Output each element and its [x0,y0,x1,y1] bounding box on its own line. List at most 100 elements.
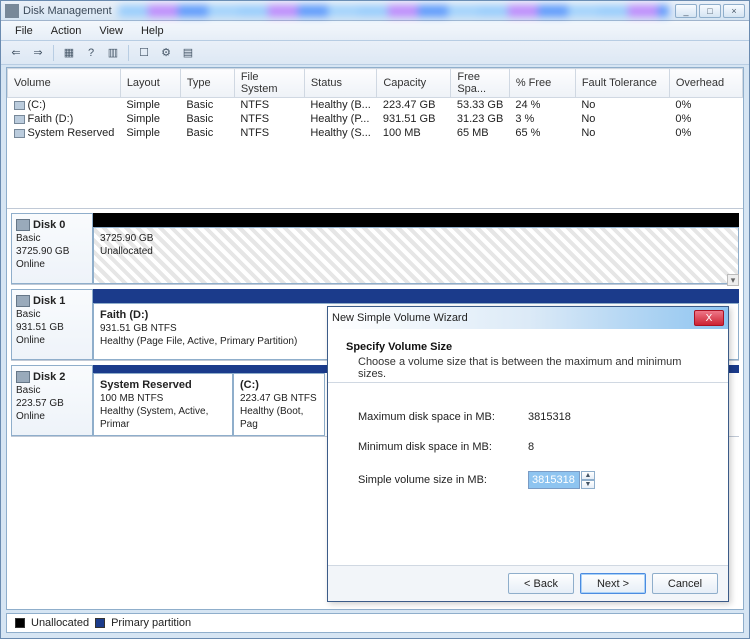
table-row[interactable]: Faith (D:) Simple Basic NTFS Healthy (P.… [8,112,743,126]
part-size: 223.47 GB NTFS [240,393,317,404]
part-status: Healthy (Boot, Pag [240,406,303,430]
cancel-button[interactable]: Cancel [652,573,718,594]
col-overhead[interactable]: Overhead [669,69,742,98]
back-icon[interactable]: ⇐ [7,44,25,62]
disk-row-0[interactable]: Disk 0 Basic 3725.90 GB Online 3725.90 G… [11,213,739,285]
volume-table[interactable]: Volume Layout Type File System Status Ca… [7,68,743,140]
col-fs[interactable]: File System [234,69,304,98]
cell: Basic [180,126,234,140]
col-capacity[interactable]: Capacity [377,69,451,98]
stripe-primary [93,289,739,303]
cell: No [575,112,669,126]
menu-view[interactable]: View [91,23,131,39]
max-space-label: Maximum disk space in MB: [358,411,528,423]
properties-icon[interactable]: ☐ [135,44,153,62]
cell: 24 % [509,98,575,113]
part-name: (C:) [240,379,259,391]
partition-system-reserved[interactable]: System Reserved 100 MB NTFS Healthy (Sys… [93,373,233,436]
cell: 31.23 GB [451,112,509,126]
spinner-up-icon[interactable]: ▲ [581,471,595,480]
wizard-header: Specify Volume Size Choose a volume size… [328,329,728,383]
volume-icon [14,101,25,110]
legend: Unallocated Primary partition [6,613,744,633]
disk-size: 223.57 GB [16,398,64,409]
maximize-button[interactable]: □ [699,4,721,18]
disk-state: Online [16,259,45,270]
col-free[interactable]: Free Spa... [451,69,509,98]
part-label: Unallocated [100,246,153,257]
disk-state: Online [16,411,45,422]
separator [53,45,54,61]
cell: 0% [669,126,742,140]
table-row[interactable]: System Reserved Simple Basic NTFS Health… [8,126,743,140]
cell: Simple [120,112,180,126]
cell: 65 MB [451,126,509,140]
disk-header: Disk 2 Basic 223.57 GB Online [11,365,93,436]
part-size: 3725.90 GB [100,233,153,244]
cell: 0% [669,98,742,113]
separator [128,45,129,61]
min-space-value: 8 [528,441,534,453]
disk-type: Basic [16,233,40,244]
swatch-unallocated [15,618,25,628]
scroll-down-icon[interactable]: ▾ [727,274,739,286]
col-type[interactable]: Type [180,69,234,98]
wizard-close-button[interactable]: X [694,310,724,326]
wizard-sub: Choose a volume size that is between the… [358,356,710,380]
menu-help[interactable]: Help [133,23,172,39]
stripe-unallocated [93,213,739,227]
menu-file[interactable]: File [7,23,41,39]
volume-icon [14,115,25,124]
forward-icon[interactable]: ⇒ [29,44,47,62]
disk-size: 931.51 GB [16,322,64,333]
menu-action[interactable]: Action [43,23,90,39]
close-button[interactable]: × [723,4,745,18]
volume-size-spinner[interactable]: ▲ ▼ [528,471,595,489]
partition-unallocated[interactable]: 3725.90 GB Unallocated [93,227,739,284]
col-volume[interactable]: Volume [8,69,121,98]
volume-size-label: Simple volume size in MB: [358,474,528,486]
next-button[interactable]: Next > [580,573,646,594]
part-size: 931.51 GB NTFS [100,323,177,334]
table-row[interactable]: (C:) Simple Basic NTFS Healthy (B... 223… [8,98,743,113]
settings-icon[interactable]: ⚙ [157,44,175,62]
cell: Healthy (P... [304,112,377,126]
disk-icon [16,371,30,383]
wizard-heading: Specify Volume Size [346,341,710,353]
toolbar: ⇐ ⇒ ▦ ? ▥ ☐ ⚙ ▤ [1,41,749,65]
col-layout[interactable]: Layout [120,69,180,98]
disk-icon [16,295,30,307]
aero-blur [118,5,669,17]
disk-name: Disk 0 [33,219,65,231]
spinner-down-icon[interactable]: ▼ [581,480,595,489]
list-icon[interactable]: ▥ [104,44,122,62]
wizard-titlebar[interactable]: New Simple Volume Wizard X [328,307,728,329]
cell: 53.33 GB [451,98,509,113]
cell: NTFS [234,98,304,113]
refresh-icon[interactable]: ▦ [60,44,78,62]
disk-name: Disk 2 [33,371,65,383]
cell: 931.51 GB [377,112,451,126]
col-fault[interactable]: Fault Tolerance [575,69,669,98]
minimize-button[interactable]: _ [675,4,697,18]
disk-icon [16,219,30,231]
partition-c[interactable]: (C:) 223.47 GB NTFS Healthy (Boot, Pag [233,373,325,436]
wizard-form: Maximum disk space in MB: 3815318 Minimu… [328,383,728,535]
wizard-footer: < Back Next > Cancel [328,565,728,601]
cell: Basic [180,98,234,113]
disk-header: Disk 1 Basic 931.51 GB Online [11,289,93,360]
back-button[interactable]: < Back [508,573,574,594]
action-icon[interactable]: ▤ [179,44,197,62]
col-status[interactable]: Status [304,69,377,98]
cell: No [575,126,669,140]
cell: 0% [669,112,742,126]
disk-type: Basic [16,309,40,320]
part-status: Healthy (Page File, Active, Primary Part… [100,336,297,347]
col-pctfree[interactable]: % Free [509,69,575,98]
help-icon[interactable]: ? [82,44,100,62]
cell: NTFS [234,126,304,140]
cell: 223.47 GB [377,98,451,113]
min-space-label: Minimum disk space in MB: [358,441,528,453]
volume-size-input[interactable] [528,471,580,489]
cell: Basic [180,112,234,126]
